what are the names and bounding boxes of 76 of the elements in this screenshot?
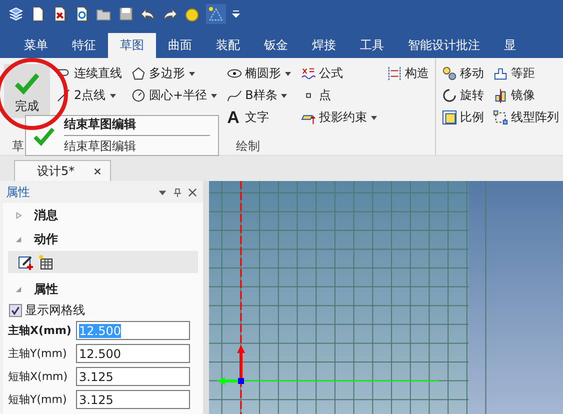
- construction-icon: [387, 66, 402, 81]
- document-icon[interactable]: [52, 6, 68, 22]
- grid-checkbox[interactable]: 显示网格线: [3, 301, 203, 319]
- offset-icon: [493, 66, 508, 81]
- ribbon-item[interactable]: 点: [301, 86, 378, 105]
- field-label: 短轴X(mm): [8, 369, 69, 384]
- pin-icon[interactable]: [173, 188, 182, 196]
- ribbon-tab[interactable]: 草图: [108, 33, 156, 58]
- ribbon-tab[interactable]: 显: [492, 33, 528, 58]
- ribbon-item[interactable]: 线型阵列: [493, 108, 560, 127]
- ribbon-item[interactable]: 比例: [442, 108, 484, 127]
- ribbon-item[interactable]: 椭圆形: [227, 64, 292, 83]
- dropdown-icon[interactable]: [232, 10, 240, 18]
- mirror-icon: [493, 88, 508, 103]
- finish-button[interactable]: 完成: [4, 64, 50, 118]
- ribbon-item[interactable]: 多边形: [131, 64, 218, 83]
- ribbon-tab[interactable]: 特征: [60, 33, 108, 58]
- section-header[interactable]: 属性: [3, 277, 203, 301]
- checkbox[interactable]: [9, 304, 22, 316]
- group-label: 绘制: [236, 138, 260, 155]
- dropdown-icon[interactable]: [158, 188, 167, 196]
- panel-title: 属性: [6, 184, 31, 200]
- field-label: 主轴Y(mm): [8, 346, 68, 361]
- ribbon-item[interactable]: 构造: [387, 64, 430, 83]
- ribbon-item[interactable]: 圆心+半径: [131, 86, 218, 105]
- ribbon-tab[interactable]: 菜单: [12, 33, 60, 58]
- ribbon-item[interactable]: 镜像: [493, 86, 560, 105]
- ribbon-item[interactable]: 旋转: [442, 86, 484, 105]
- input-field[interactable]: 12.500: [76, 344, 190, 363]
- section-header[interactable]: 动作: [3, 227, 203, 251]
- redo-icon[interactable]: [162, 6, 178, 22]
- new-file-icon[interactable]: [30, 6, 46, 22]
- app-logo-icon[interactable]: [8, 6, 24, 22]
- ribbon-tab[interactable]: 装配: [204, 33, 252, 58]
- rotate-icon: [442, 88, 458, 103]
- field-label: 短轴Y(mm): [8, 392, 68, 407]
- ribbon-item[interactable]: 连续直线: [56, 64, 122, 83]
- scale-icon: [442, 110, 458, 125]
- tooltip-title: 结束草图编辑: [64, 116, 210, 136]
- ribbon-item[interactable]: B样条: [227, 86, 292, 105]
- collapse-triangle-icon[interactable]: [15, 236, 22, 242]
- ribbon-tab[interactable]: 焊接: [300, 33, 348, 58]
- input-field[interactable]: 3.125: [76, 367, 190, 386]
- curve-icon: [227, 88, 242, 103]
- tooltip-description: 结束草图编辑: [64, 138, 137, 155]
- group-label: 草: [12, 138, 24, 155]
- close-icon[interactable]: [188, 188, 197, 196]
- ribbon-item[interactable]: 2点线: [56, 86, 122, 105]
- close-icon[interactable]: [92, 166, 102, 176]
- ribbon-tab[interactable]: 曲面: [156, 33, 204, 58]
- formula-icon: [301, 66, 316, 81]
- edit-icon[interactable]: [18, 254, 34, 270]
- ribbon-item[interactable]: 公式: [301, 64, 378, 83]
- expand-triangle-icon[interactable]: [15, 212, 22, 218]
- pentagon-icon: [131, 66, 146, 81]
- line-icon: [56, 88, 71, 103]
- undo-icon[interactable]: [140, 6, 156, 22]
- ribbon-item[interactable]: A 文字: [227, 108, 292, 127]
- circle-icon: [131, 88, 146, 103]
- ribbon-tab[interactable]: 钣金: [252, 33, 300, 58]
- collapse-triangle-icon[interactable]: [15, 286, 22, 292]
- text-tool-icon: A: [227, 109, 242, 126]
- document-tab[interactable]: 设计5*: [14, 160, 111, 181]
- move-icon: [442, 66, 458, 81]
- section-header[interactable]: 消息: [3, 203, 203, 227]
- table-icon[interactable]: [38, 254, 54, 270]
- input-field[interactable]: 3.125: [76, 390, 190, 409]
- ribbon-tab[interactable]: 工具: [348, 33, 396, 58]
- pattern-icon: [493, 110, 508, 125]
- ribbon-item[interactable]: 投影约束: [301, 108, 378, 127]
- ribbon-tab[interactable]: 智能设计批注: [396, 33, 492, 58]
- field-label: 主轴X(mm): [8, 323, 72, 338]
- document-icon[interactable]: [74, 6, 90, 22]
- save-icon[interactable]: [118, 6, 134, 22]
- ribbon-item[interactable]: 移动: [442, 64, 484, 83]
- ribbon-item[interactable]: 等距: [493, 64, 560, 83]
